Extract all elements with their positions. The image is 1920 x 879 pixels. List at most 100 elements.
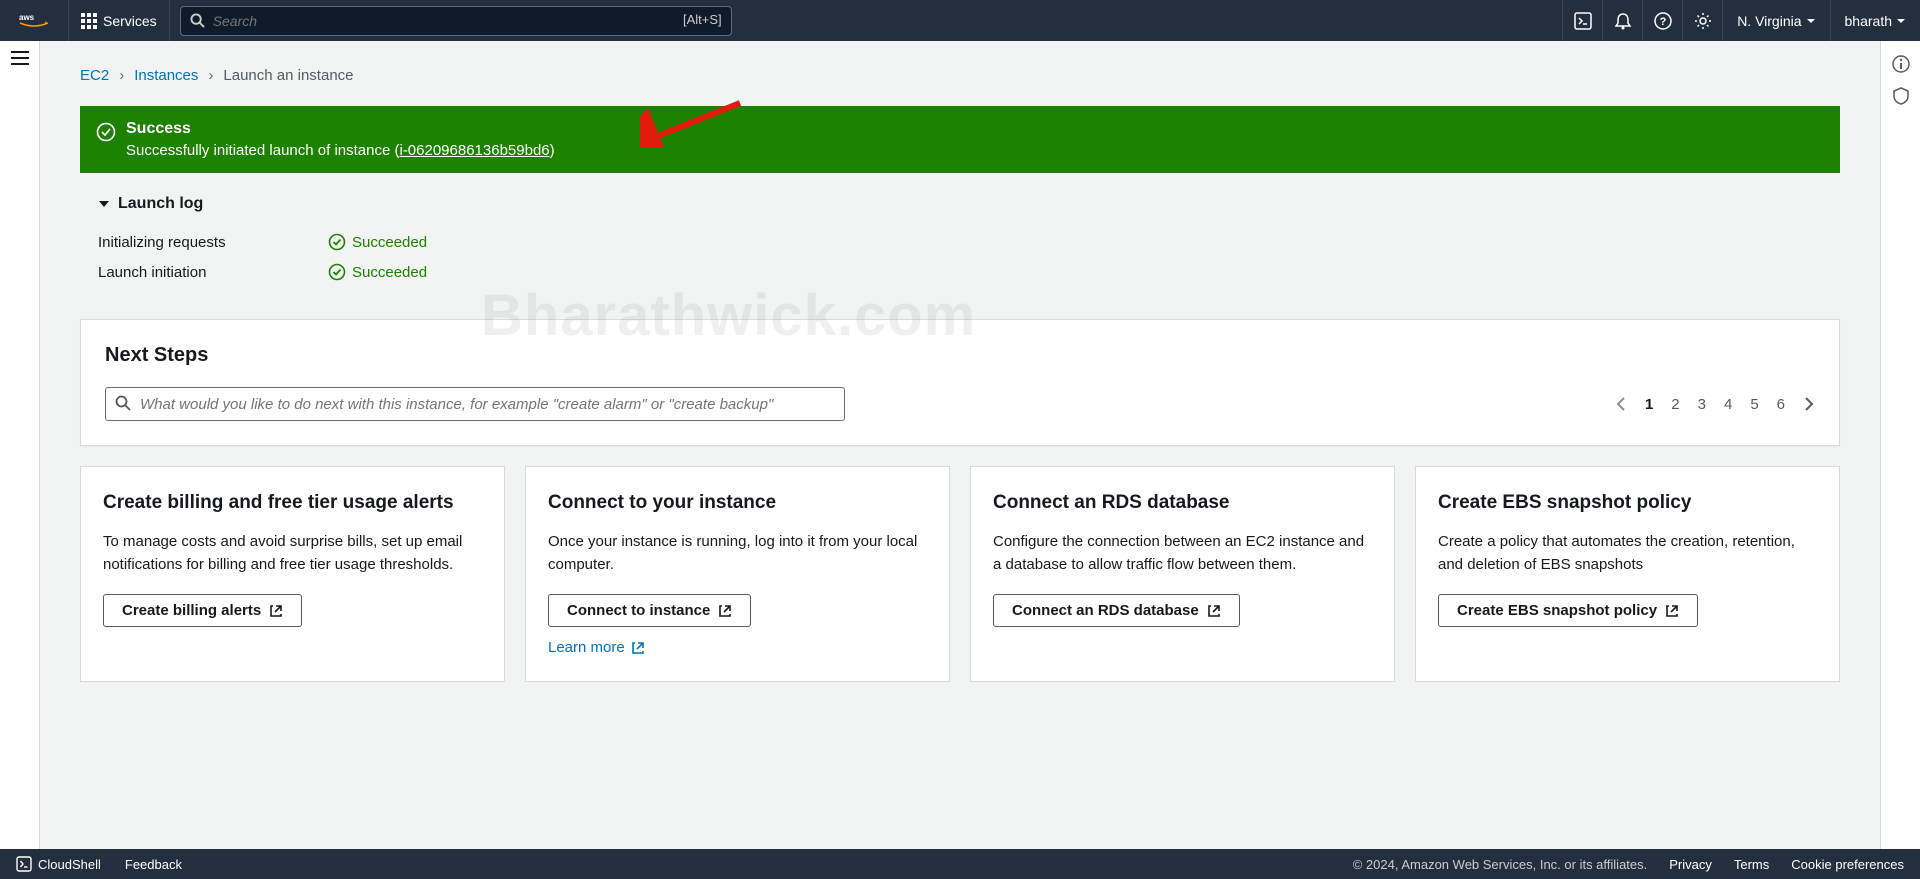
launch-log-toggle[interactable]: Launch log bbox=[98, 195, 1830, 227]
success-icon bbox=[96, 122, 116, 142]
feedback-button[interactable]: Feedback bbox=[125, 857, 182, 872]
log-row: Launch initiation Succeeded bbox=[98, 257, 1830, 287]
search-icon bbox=[190, 13, 205, 28]
chevron-right-icon bbox=[1803, 396, 1815, 412]
help-button[interactable]: ? bbox=[1642, 0, 1682, 41]
create-billing-alerts-button[interactable]: Create billing alerts bbox=[103, 594, 302, 627]
page-prev[interactable] bbox=[1615, 396, 1627, 412]
log-row-status: Succeeded bbox=[328, 263, 427, 281]
log-row-status: Succeeded bbox=[328, 233, 427, 251]
notifications-button[interactable] bbox=[1602, 0, 1642, 41]
terms-link[interactable]: Terms bbox=[1734, 857, 1769, 872]
launch-log: Launch log Initializing requests Succeed… bbox=[80, 173, 1840, 297]
page-number[interactable]: 4 bbox=[1724, 396, 1732, 413]
card-desc: Configure the connection between an EC2 … bbox=[993, 530, 1372, 577]
aws-logo[interactable]: aws bbox=[0, 0, 69, 41]
caret-down-icon bbox=[1806, 16, 1816, 26]
shield-icon bbox=[1892, 87, 1910, 105]
external-link-icon bbox=[1207, 604, 1221, 618]
global-search-input[interactable] bbox=[180, 6, 732, 36]
instance-id-link[interactable]: i-06209686136b59bd6 bbox=[399, 142, 549, 159]
panel-title: Next Steps bbox=[105, 344, 1815, 367]
card-desc: Create a policy that automates the creat… bbox=[1438, 530, 1817, 577]
services-label: Services bbox=[103, 13, 157, 29]
next-steps-cards: Create billing and free tier usage alert… bbox=[80, 466, 1840, 682]
log-row: Initializing requests Succeeded bbox=[98, 227, 1830, 257]
card-title: Connect an RDS database bbox=[993, 491, 1372, 516]
check-circle-icon bbox=[328, 263, 346, 281]
card-ebs-snapshot: Create EBS snapshot policy Create a poli… bbox=[1415, 466, 1840, 682]
cookie-preferences-link[interactable]: Cookie preferences bbox=[1791, 857, 1904, 872]
next-steps-search bbox=[105, 387, 845, 421]
pagination: 1 2 3 4 5 6 bbox=[1615, 396, 1815, 413]
banner-title: Success bbox=[126, 120, 555, 138]
bell-icon bbox=[1614, 12, 1632, 30]
region-selector[interactable]: N. Virginia bbox=[1722, 0, 1829, 41]
svg-text:aws: aws bbox=[19, 13, 35, 22]
breadcrumb-current: Launch an instance bbox=[223, 67, 353, 84]
breadcrumb: EC2 › Instances › Launch an instance bbox=[80, 61, 1840, 106]
sidebar-toggle[interactable] bbox=[11, 51, 29, 65]
external-link-icon bbox=[1665, 604, 1679, 618]
card-connect-rds: Connect an RDS database Configure the co… bbox=[970, 466, 1395, 682]
top-navigation: aws Services [Alt+S] ? N. Virginia bhara… bbox=[0, 0, 1920, 41]
external-link-icon bbox=[269, 604, 283, 618]
card-connect-instance: Connect to your instance Once your insta… bbox=[525, 466, 950, 682]
chevron-left-icon bbox=[1615, 396, 1627, 412]
security-panel-toggle[interactable] bbox=[1892, 87, 1910, 105]
check-circle-icon bbox=[328, 233, 346, 251]
create-ebs-snapshot-policy-button[interactable]: Create EBS snapshot policy bbox=[1438, 594, 1698, 627]
services-menu[interactable]: Services bbox=[69, 0, 170, 41]
learn-more-link[interactable]: Learn more bbox=[548, 639, 645, 656]
banner-message: Successfully initiated launch of instanc… bbox=[126, 142, 555, 159]
footer: CloudShell Feedback © 2024, Amazon Web S… bbox=[0, 849, 1920, 879]
card-desc: Once your instance is running, log into … bbox=[548, 530, 927, 577]
help-icon: ? bbox=[1654, 12, 1672, 30]
chevron-right-icon: › bbox=[119, 67, 124, 84]
card-title: Create EBS snapshot policy bbox=[1438, 491, 1817, 516]
next-steps-search-input[interactable] bbox=[105, 387, 845, 421]
page-number[interactable]: 6 bbox=[1777, 396, 1785, 413]
annotation-arrow bbox=[640, 98, 750, 148]
global-search: [Alt+S] bbox=[180, 6, 732, 36]
search-icon bbox=[115, 395, 131, 411]
settings-button[interactable] bbox=[1682, 0, 1722, 41]
footer-copyright: © 2024, Amazon Web Services, Inc. or its… bbox=[1353, 857, 1648, 872]
cloudshell-footer-button[interactable]: CloudShell bbox=[16, 856, 101, 872]
connect-to-instance-button[interactable]: Connect to instance bbox=[548, 594, 751, 627]
main-content: EC2 › Instances › Launch an instance Suc… bbox=[40, 41, 1880, 722]
right-rail bbox=[1880, 41, 1920, 849]
hamburger-icon bbox=[11, 51, 29, 65]
next-steps-panel: Bharathwick.com Next Steps 1 2 3 4 5 6 bbox=[80, 319, 1840, 446]
cloudshell-icon bbox=[1574, 12, 1592, 30]
svg-text:?: ? bbox=[1659, 16, 1666, 28]
account-menu[interactable]: bharath bbox=[1830, 0, 1920, 41]
card-title: Connect to your instance bbox=[548, 491, 927, 516]
card-title: Create billing and free tier usage alert… bbox=[103, 491, 482, 516]
success-banner: Success Successfully initiated launch of… bbox=[80, 106, 1840, 173]
page-next[interactable] bbox=[1803, 396, 1815, 412]
log-row-label: Initializing requests bbox=[98, 234, 328, 251]
page-number[interactable]: 3 bbox=[1698, 396, 1706, 413]
external-link-icon bbox=[631, 641, 645, 655]
connect-rds-database-button[interactable]: Connect an RDS database bbox=[993, 594, 1240, 627]
chevron-right-icon: › bbox=[208, 67, 213, 84]
cloudshell-button[interactable] bbox=[1562, 0, 1602, 41]
caret-down-icon bbox=[98, 198, 110, 210]
left-rail bbox=[0, 41, 40, 849]
breadcrumb-instances[interactable]: Instances bbox=[134, 67, 198, 84]
page-number[interactable]: 2 bbox=[1671, 396, 1679, 413]
grid-icon bbox=[81, 13, 97, 29]
search-shortcut-hint: [Alt+S] bbox=[683, 12, 722, 27]
card-desc: To manage costs and avoid surprise bills… bbox=[103, 530, 482, 577]
caret-down-icon bbox=[1896, 16, 1906, 26]
breadcrumb-ec2[interactable]: EC2 bbox=[80, 67, 109, 84]
page-number[interactable]: 1 bbox=[1645, 396, 1653, 413]
gear-icon bbox=[1694, 12, 1712, 30]
page-number[interactable]: 5 bbox=[1750, 396, 1758, 413]
cloudshell-icon bbox=[16, 856, 32, 872]
privacy-link[interactable]: Privacy bbox=[1669, 857, 1712, 872]
card-billing-alerts: Create billing and free tier usage alert… bbox=[80, 466, 505, 682]
info-panel-toggle[interactable] bbox=[1892, 55, 1910, 73]
info-icon bbox=[1892, 55, 1910, 73]
